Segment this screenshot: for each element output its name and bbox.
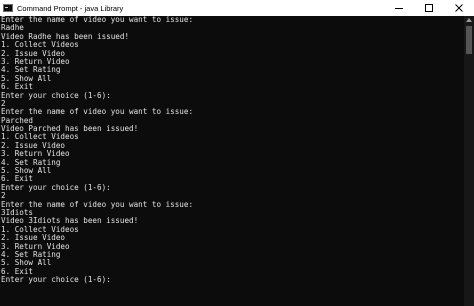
console-line: 2. Issue Video — [1, 48, 66, 58]
console-line: Enter your choice (1-6): — [1, 90, 111, 100]
window-title: Command Prompt - java Library — [17, 3, 124, 13]
console-line: 5. Show All — [1, 73, 52, 83]
window-controls — [384, 0, 474, 16]
console-line: Enter the name of video you want to issu… — [1, 199, 194, 209]
console-line: 3. Return Video — [1, 149, 70, 159]
scroll-up-arrow-icon[interactable] — [466, 18, 472, 22]
command-prompt-window: Command Prompt - java Library Enter the … — [0, 0, 474, 306]
maximize-icon — [425, 4, 433, 12]
console-line: 4. Set Rating — [1, 249, 61, 259]
console-line: Enter the name of video you want to issu… — [1, 107, 194, 117]
console-line: Enter your choice (1-6): — [1, 182, 111, 192]
console-line: 5. Show All — [1, 166, 52, 176]
console-line: 3. Return Video — [1, 241, 70, 251]
console-line: 3. Return Video — [1, 56, 70, 66]
minimize-button[interactable] — [384, 0, 414, 16]
console-line: 5. Show All — [1, 258, 52, 268]
scroll-thumb[interactable] — [466, 26, 472, 54]
console-line: 1. Collect Videos — [1, 224, 79, 234]
console-line: Enter the name of video you want to issu… — [1, 16, 194, 24]
console-line: 2. Issue Video — [1, 140, 66, 150]
title-bar[interactable]: Command Prompt - java Library — [0, 0, 474, 16]
console-line: 4. Set Rating — [1, 157, 61, 167]
console-line: 1. Collect Videos — [1, 132, 79, 142]
console-line: 1. Collect Videos — [1, 40, 79, 50]
console-line: 2. Issue Video — [1, 233, 66, 243]
cmd-icon — [3, 4, 13, 12]
console-line: Enter your choice (1-6): — [1, 275, 111, 285]
vertical-scrollbar[interactable] — [464, 16, 474, 306]
close-icon — [455, 4, 463, 12]
maximize-button[interactable] — [414, 0, 444, 16]
minimize-icon — [395, 8, 403, 9]
close-button[interactable] — [444, 0, 474, 16]
console-output[interactable]: Enter the name of video you want to issu… — [0, 16, 464, 306]
console-line: 4. Set Rating — [1, 65, 61, 75]
